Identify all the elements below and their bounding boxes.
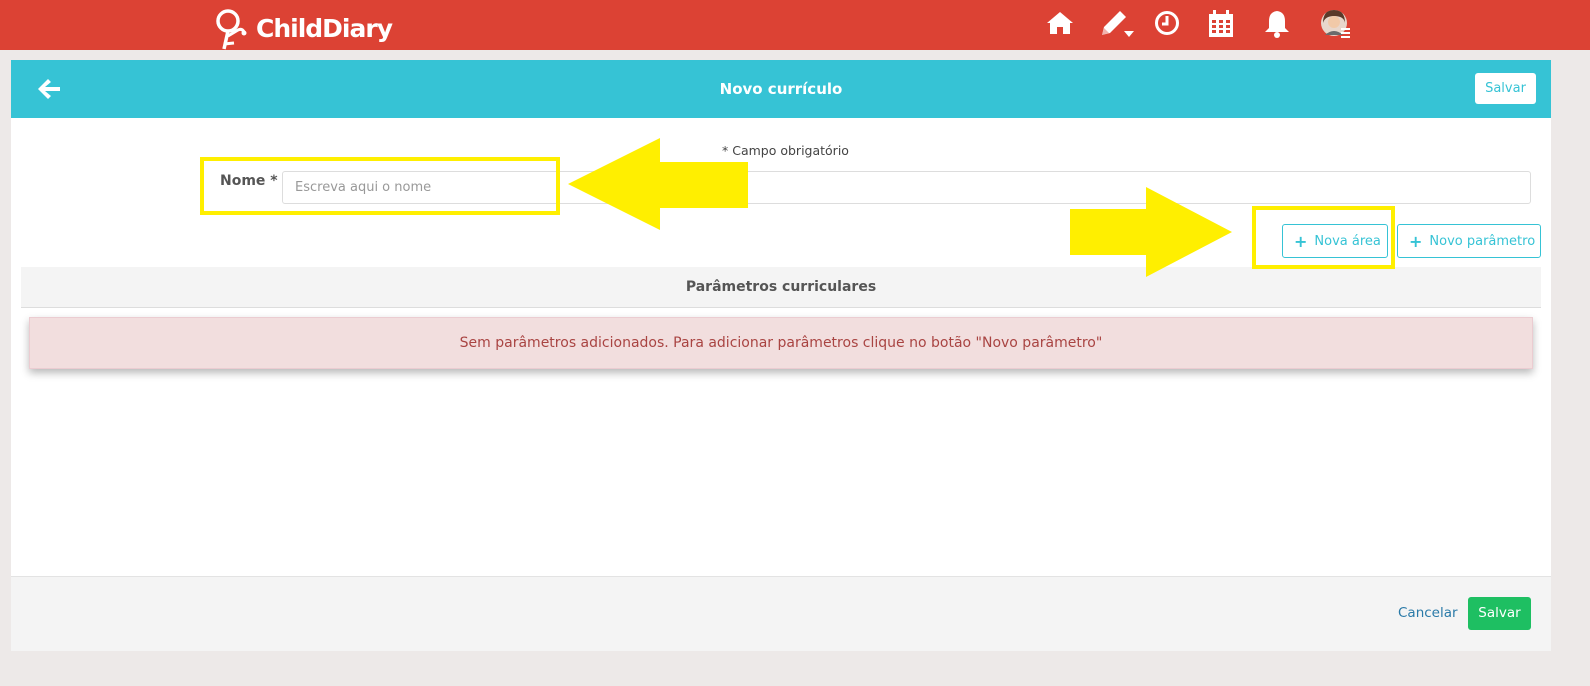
bell-icon[interactable]: [1263, 9, 1291, 39]
new-area-highlight: [1252, 206, 1395, 269]
empty-parameters-alert: Sem parâmetros adicionados. Para adicion…: [29, 317, 1533, 369]
logo-figure-icon: [216, 9, 247, 50]
left-arrow-annotation-icon: [568, 138, 748, 230]
childdiary-logo[interactable]: ChildDiary: [214, 6, 393, 50]
cancel-link[interactable]: Cancelar: [1398, 605, 1458, 621]
new-parameter-label: Novo parâmetro: [1429, 233, 1536, 249]
top-navbar: ChildDiary: [0, 0, 1590, 50]
avatar[interactable]: [1320, 8, 1352, 40]
panel-header: Novo currículo Salvar: [11, 60, 1551, 118]
home-icon[interactable]: [1046, 9, 1074, 37]
calendar-icon[interactable]: [1207, 9, 1235, 39]
curriculum-panel: Novo currículo Salvar * Campo obrigatóri…: [11, 60, 1551, 651]
pencil-icon[interactable]: [1100, 9, 1140, 41]
header-save-button[interactable]: Salvar: [1475, 73, 1536, 104]
panel-footer: Cancelar Salvar: [11, 576, 1551, 651]
name-field-highlight: [200, 157, 560, 215]
curricular-parameters-header: Parâmetros curriculares: [21, 267, 1541, 308]
footer-save-button[interactable]: Salvar: [1468, 597, 1531, 630]
right-arrow-annotation-icon: [1070, 187, 1232, 277]
plus-icon: +: [1409, 231, 1423, 251]
page-title: Novo currículo: [719, 80, 843, 98]
clock-icon[interactable]: [1153, 9, 1181, 37]
new-parameter-button[interactable]: + Novo parâmetro: [1397, 224, 1541, 258]
logo-text: ChildDiary: [256, 14, 393, 43]
